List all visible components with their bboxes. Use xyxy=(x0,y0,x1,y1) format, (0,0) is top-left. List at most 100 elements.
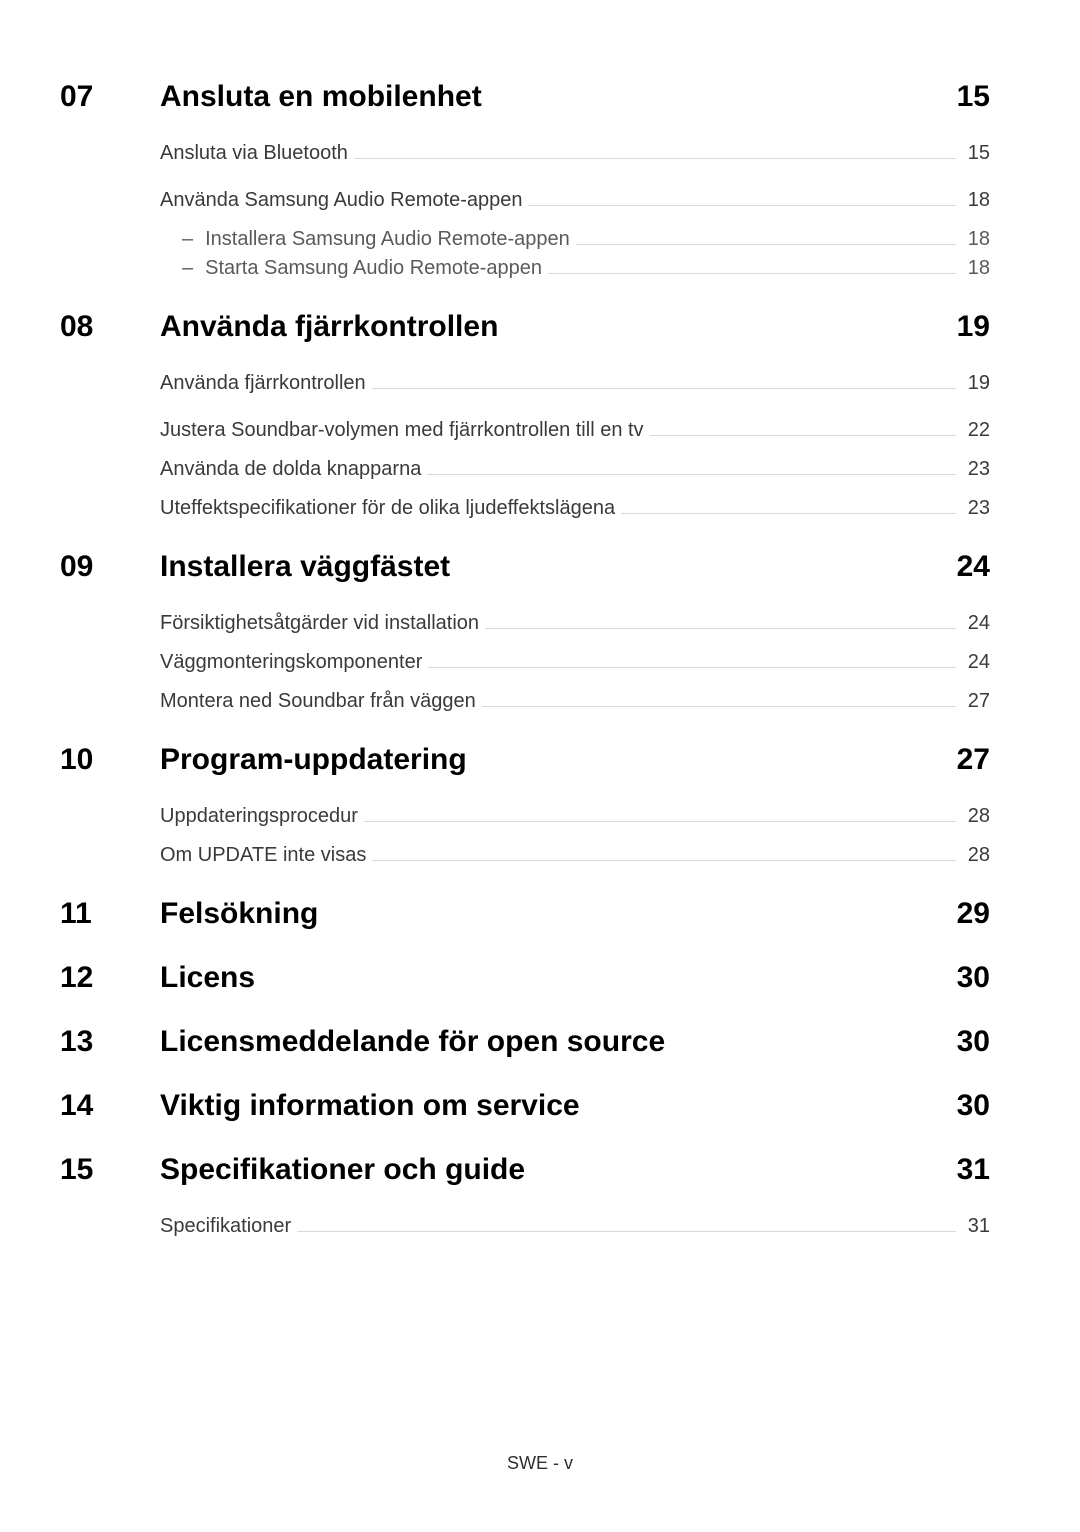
sub-item-label: Om UPDATE inte visas xyxy=(160,844,372,867)
toc-sub-sub-item[interactable]: –Starta Samsung Audio Remote-appen 18 xyxy=(160,257,990,280)
toc-section: 10Program-uppdatering27 Uppdateringsproce… xyxy=(60,743,990,867)
sub-item-page: 28 xyxy=(956,844,990,867)
leader-line xyxy=(482,695,956,707)
section-page: 30 xyxy=(940,1025,990,1059)
toc-group: Specifikationer 31 xyxy=(160,1215,990,1238)
sub-item-page: 31 xyxy=(956,1215,990,1238)
sub-item-page: 23 xyxy=(956,497,990,520)
sub-item-page: 27 xyxy=(956,690,990,713)
toc-section: 15Specifikationer och guide31Specifikati… xyxy=(60,1153,990,1238)
section-title: Ansluta en mobilenhet xyxy=(160,80,940,114)
toc-sub-item[interactable]: Ansluta via Bluetooth15 xyxy=(160,142,990,165)
toc-section: 14Viktig information om service30 xyxy=(60,1089,990,1123)
sub-items: Ansluta via Bluetooth15 Använda Samsung A… xyxy=(160,142,990,280)
toc-sub-item[interactable]: Uppdateringsprocedur 28 xyxy=(160,805,990,828)
toc-group: Använda Samsung Audio Remote-appen18–Ins… xyxy=(160,189,990,280)
sub-item-label: Uppdateringsprocedur xyxy=(160,805,364,828)
sub-item-page: 18 xyxy=(956,189,990,212)
leader-line xyxy=(528,194,956,206)
section-page: 15 xyxy=(940,80,990,114)
section-number: 07 xyxy=(60,80,160,114)
toc-sub-item[interactable]: Väggmonteringskomponenter 24 xyxy=(160,651,990,674)
section-title: Licensmeddelande för open source xyxy=(160,1025,940,1059)
sub-item-page: 15 xyxy=(956,142,990,165)
section-number: 12 xyxy=(60,961,160,995)
toc-group: Justera Soundbar-volymen med fjärrkontro… xyxy=(160,419,990,520)
sub-item-label: Montera ned Soundbar från väggen xyxy=(160,690,482,713)
toc-sub-item[interactable]: Uteffektspecifikationer för de olika lju… xyxy=(160,497,990,520)
leader-line xyxy=(548,262,956,274)
toc-sub-item[interactable]: Justera Soundbar-volymen med fjärrkontro… xyxy=(160,419,990,442)
section-page: 24 xyxy=(940,550,990,584)
sub-item-page: 22 xyxy=(956,419,990,442)
section-number: 13 xyxy=(60,1025,160,1059)
toc-section-header[interactable]: 07Ansluta en mobilenhet15 xyxy=(60,80,990,114)
leader-line xyxy=(427,463,956,475)
sub-items: Uppdateringsprocedur28Om UPDATE inte vis… xyxy=(160,805,990,867)
toc-section: 12Licens30 xyxy=(60,961,990,995)
sub-item-label: Använda fjärrkontrollen xyxy=(160,372,372,395)
toc-sub-item[interactable]: Använda de dolda knapparna 23 xyxy=(160,458,990,481)
toc-sub-item[interactable]: Om UPDATE inte visas 28 xyxy=(160,844,990,867)
sub-items: Försiktighetsåtgärder vid installation24… xyxy=(160,612,990,713)
toc-sub-item[interactable]: Använda Samsung Audio Remote-appen 18 xyxy=(160,189,990,212)
section-page: 31 xyxy=(940,1153,990,1187)
sub-item-label: Uteffektspecifikationer för de olika lju… xyxy=(160,497,621,520)
toc-sub-item[interactable]: Specifikationer 31 xyxy=(160,1215,990,1238)
sub-sub-item-page: 18 xyxy=(956,228,990,251)
sub-item-label: Specifikationer xyxy=(160,1215,297,1238)
sub-item-page: 19 xyxy=(956,372,990,395)
toc-section-header[interactable]: 13Licensmeddelande för open source30 xyxy=(60,1025,990,1059)
toc-section-header[interactable]: 08Använda fjärrkontrollen19 xyxy=(60,310,990,344)
leader-line xyxy=(428,656,956,668)
sub-sub-item-label: Starta Samsung Audio Remote-appen xyxy=(205,257,548,280)
toc-group: Använda fjärrkontrollen 19 xyxy=(160,372,990,395)
section-number: 15 xyxy=(60,1153,160,1187)
sub-item-page: 28 xyxy=(956,805,990,828)
toc-section-header[interactable]: 11Felsökning29 xyxy=(60,897,990,931)
section-title: Installera väggfästet xyxy=(160,550,940,584)
toc-sub-item[interactable]: Försiktighetsåtgärder vid installation24 xyxy=(160,612,990,635)
section-title: Licens xyxy=(160,961,940,995)
toc-section-header[interactable]: 14Viktig information om service30 xyxy=(60,1089,990,1123)
sub-item-label: Använda Samsung Audio Remote-appen xyxy=(160,189,528,212)
section-page: 29 xyxy=(940,897,990,931)
toc-section: 11Felsökning29 xyxy=(60,897,990,931)
sub-items: Använda fjärrkontrollen 19 Justera Soundba… xyxy=(160,372,990,520)
section-number: 10 xyxy=(60,743,160,777)
section-title: Felsökning xyxy=(160,897,940,931)
section-number: 09 xyxy=(60,550,160,584)
leader-line xyxy=(297,1220,956,1232)
toc-section-header[interactable]: 12Licens30 xyxy=(60,961,990,995)
toc-section-header[interactable]: 15Specifikationer och guide31 xyxy=(60,1153,990,1187)
sub-items: Specifikationer 31 xyxy=(160,1215,990,1238)
leader-line xyxy=(354,147,956,159)
toc-sub-item[interactable]: Montera ned Soundbar från väggen 27 xyxy=(160,690,990,713)
section-number: 11 xyxy=(60,897,160,931)
toc-sub-sub-item[interactable]: –Installera Samsung Audio Remote-appen18 xyxy=(160,228,990,251)
sub-item-page: 24 xyxy=(956,612,990,635)
leader-line xyxy=(650,424,956,436)
sub-item-page: 23 xyxy=(956,458,990,481)
toc-section-header[interactable]: 09Installera väggfästet24 xyxy=(60,550,990,584)
leader-line xyxy=(372,849,956,861)
section-title: Använda fjärrkontrollen xyxy=(160,310,940,344)
sub-item-label: Använda de dolda knapparna xyxy=(160,458,427,481)
toc-section: 09Installera väggfästet24Försiktighetsåt… xyxy=(60,550,990,713)
toc-section-header[interactable]: 10Program-uppdatering27 xyxy=(60,743,990,777)
toc-section: 07Ansluta en mobilenhet15Ansluta via Blu… xyxy=(60,80,990,280)
toc-sub-item[interactable]: Använda fjärrkontrollen 19 xyxy=(160,372,990,395)
sub-item-label: Väggmonteringskomponenter xyxy=(160,651,428,674)
section-page: 19 xyxy=(940,310,990,344)
sub-item-label: Justera Soundbar-volymen med fjärrkontro… xyxy=(160,419,650,442)
leader-line xyxy=(364,810,956,822)
sub-sub-item-page: 18 xyxy=(956,257,990,280)
section-title: Specifikationer och guide xyxy=(160,1153,940,1187)
sub-item-page: 24 xyxy=(956,651,990,674)
section-title: Viktig information om service xyxy=(160,1089,940,1123)
section-page: 30 xyxy=(940,1089,990,1123)
sub-sub-group: –Installera Samsung Audio Remote-appen18… xyxy=(160,228,990,280)
dash-icon: – xyxy=(182,228,193,251)
dash-icon: – xyxy=(182,257,193,280)
page-footer: SWE - v xyxy=(0,1453,1080,1474)
